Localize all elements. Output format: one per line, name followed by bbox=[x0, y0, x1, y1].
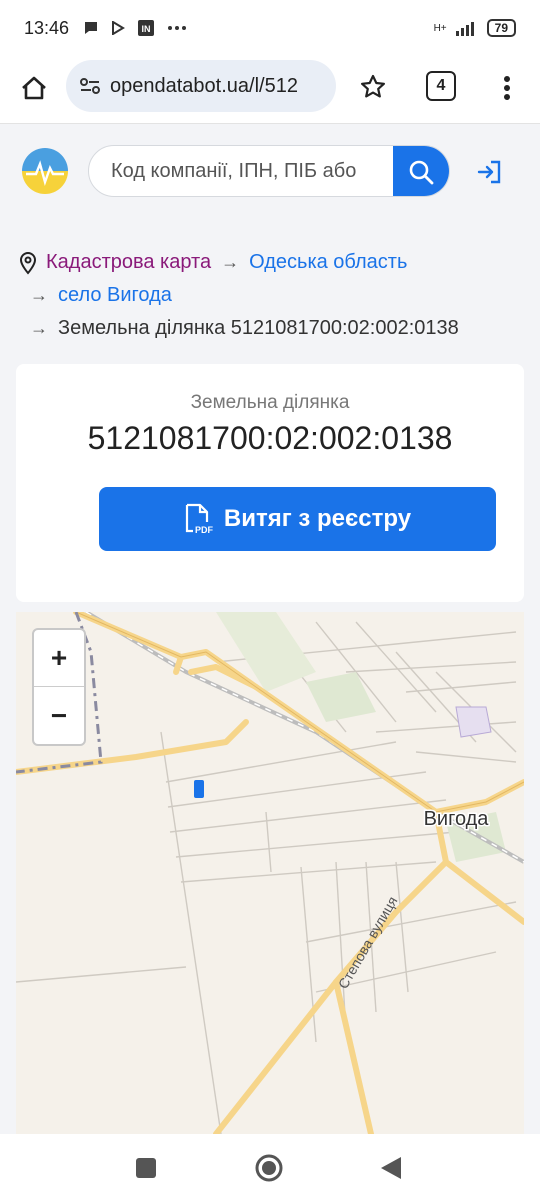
map-canvas[interactable]: Вигода Степова вулиця bbox=[16, 612, 524, 1134]
map-zoom-control: + − bbox=[32, 628, 86, 746]
search-box[interactable] bbox=[88, 145, 450, 197]
back-triangle-icon[interactable] bbox=[376, 1154, 406, 1182]
land-plot-card: Земельна ділянка 5121081700:02:002:0138 … bbox=[16, 364, 524, 602]
cadastral-number: 5121081700:02:002:0138 bbox=[87, 420, 453, 456]
registry-extract-button[interactable]: PDF Витяг з реєстру bbox=[99, 487, 496, 551]
status-notification-icons: IN bbox=[83, 19, 187, 37]
svg-text:IN: IN bbox=[142, 24, 151, 34]
pdf-tag: PDF bbox=[195, 525, 214, 535]
battery-indicator: 79 bbox=[486, 19, 516, 37]
opendatabot-logo[interactable] bbox=[22, 148, 68, 194]
home-circle-icon[interactable] bbox=[252, 1151, 286, 1185]
location-pin-icon bbox=[19, 251, 37, 275]
login-icon[interactable] bbox=[476, 158, 504, 186]
search-button[interactable] bbox=[393, 146, 449, 196]
signal-icon bbox=[455, 22, 474, 36]
breadcrumb: Кадастрова карта → Одеська область → сел… bbox=[18, 246, 528, 345]
pdf-file-icon: PDF bbox=[185, 503, 214, 535]
url-field[interactable]: opendatabot.ua/l/512 bbox=[66, 60, 336, 112]
system-nav-bar bbox=[0, 1134, 540, 1200]
breadcrumb-current: Земельна ділянка 5121081700:02:002:0138 bbox=[58, 317, 459, 339]
search-icon bbox=[409, 160, 434, 185]
status-bar: 13:46 IN H+ 79 bbox=[0, 0, 540, 56]
zoom-in-button[interactable]: + bbox=[34, 630, 84, 687]
tab-switcher-button[interactable]: 4 bbox=[426, 71, 456, 101]
bookmark-star-icon[interactable] bbox=[356, 70, 390, 104]
map-label-vyhoda: Вигода bbox=[424, 808, 490, 830]
url-text: opendatabot.ua/l/512 bbox=[110, 74, 298, 97]
browser-toolbar: opendatabot.ua/l/512 4 bbox=[0, 56, 540, 124]
recents-square-icon[interactable] bbox=[132, 1154, 160, 1182]
breadcrumb-village[interactable]: село Вигода bbox=[58, 279, 172, 312]
site-settings-icon[interactable] bbox=[78, 74, 102, 98]
status-time: 13:46 bbox=[24, 17, 70, 38]
zoom-out-button[interactable]: − bbox=[34, 687, 84, 744]
registry-extract-label: Витяг з реєстру bbox=[223, 505, 412, 532]
cadastral-map[interactable]: Вигода Степова вулиця + − bbox=[16, 612, 524, 1134]
linkedin-icon: IN bbox=[138, 20, 155, 36]
road-shield-icon bbox=[194, 780, 204, 798]
card-label: Земельна ділянка bbox=[190, 392, 350, 413]
status-right: H+ 79 bbox=[434, 19, 516, 37]
browser-menu-icon[interactable] bbox=[494, 70, 520, 106]
chat-bubble-icon bbox=[85, 22, 98, 34]
breadcrumb-odesa-oblast[interactable]: Одеська область bbox=[249, 246, 407, 279]
breadcrumb-separator: → bbox=[30, 285, 48, 305]
network-type: H+ bbox=[433, 22, 447, 34]
breadcrumb-separator: → bbox=[221, 252, 240, 272]
search-input[interactable] bbox=[89, 159, 395, 183]
more-dots-icon bbox=[168, 26, 187, 30]
breadcrumb-cadastral-map[interactable]: Кадастрова карта bbox=[46, 246, 211, 279]
breadcrumb-separator: → bbox=[30, 318, 48, 338]
play-store-icon bbox=[112, 21, 125, 35]
home-icon[interactable] bbox=[16, 70, 52, 106]
